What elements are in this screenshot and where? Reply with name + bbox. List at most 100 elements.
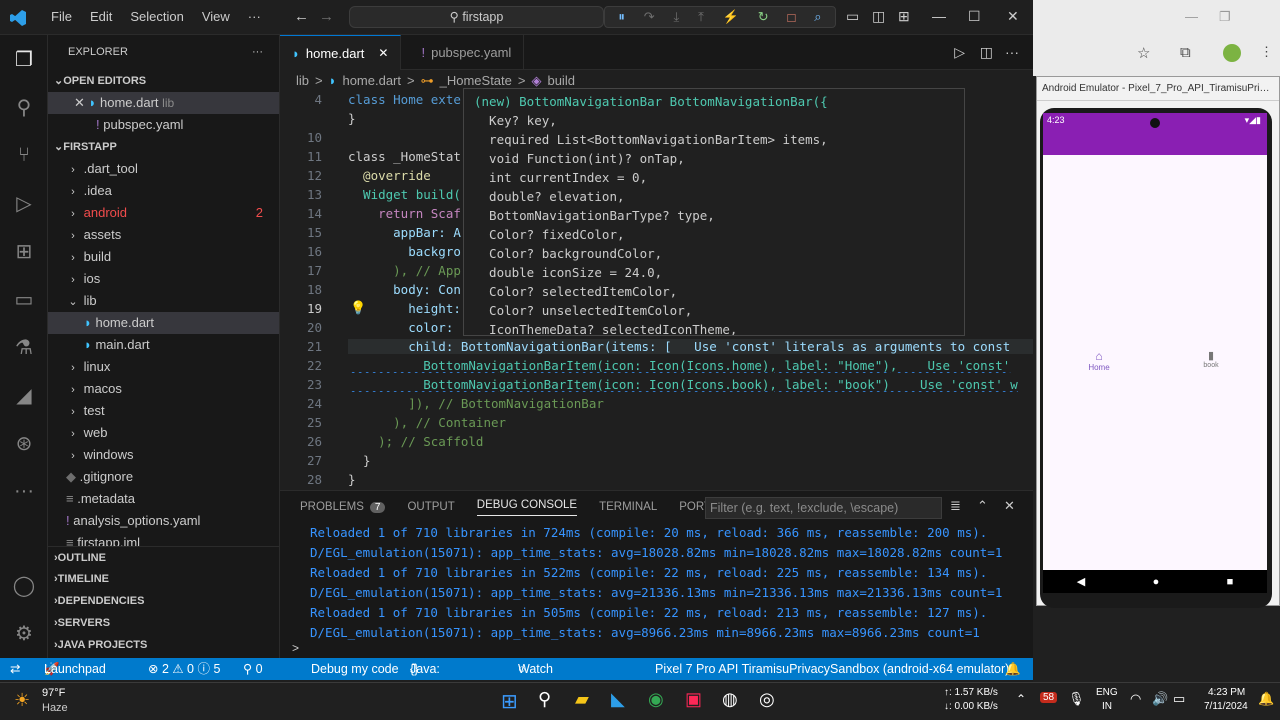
tab-debug-console[interactable]: DEBUG CONSOLE [476, 499, 578, 516]
ports-status[interactable]: ⚲ 0 [243, 658, 263, 680]
outline-section[interactable]: › OUTLINE [48, 546, 279, 568]
extensions-puzzle-icon[interactable]: ⧉ [1180, 44, 1191, 61]
menu-file[interactable]: File [42, 9, 81, 24]
step-out-icon[interactable]: ⤒ [698, 9, 704, 25]
step-over-icon[interactable]: ↷ [644, 9, 655, 25]
console-prompt[interactable]: > [292, 641, 299, 655]
clock-time[interactable]: 4:23 PM [1208, 687, 1245, 698]
tab-close-icon[interactable]: ✕ [378, 36, 388, 71]
split-editor-icon[interactable]: ◫ [980, 44, 993, 61]
git-graph-icon[interactable]: ⊛ [10, 429, 38, 457]
tree-android[interactable]: › android 2 [48, 202, 279, 224]
home-circle-icon[interactable]: ● [1153, 576, 1160, 588]
settings-gear-icon[interactable]: ⚙ [10, 619, 38, 647]
tree-assets[interactable]: › assets [48, 224, 279, 246]
timeline-section[interactable]: › TIMELINE [48, 568, 279, 590]
browser-minimize-icon[interactable]: — [1185, 9, 1198, 24]
dependencies-section[interactable]: › DEPENDENCIES [48, 590, 279, 612]
open-editors-section[interactable]: ⌄ OPEN EDITORS [48, 70, 279, 92]
tab-terminal[interactable]: TERMINAL [599, 501, 657, 513]
problems-status[interactable]: ⊗ 2 ⚠ 0 ⓘ 5 [148, 658, 220, 680]
back-arrow-icon[interactable]: ← [294, 8, 309, 25]
open-editor-home[interactable]: ✕ ◗ home.dart lib [48, 92, 279, 114]
recents-square-icon[interactable]: ■ [1227, 576, 1234, 588]
close-panel-icon[interactable]: ✕ [1004, 498, 1015, 514]
tray-badge[interactable]: 58 [1040, 692, 1058, 703]
maximize-panel-icon[interactable]: ⌃ [977, 498, 988, 514]
tree-gitignore[interactable]: ◆ .gitignore [48, 466, 279, 488]
file-explorer-icon[interactable]: ▰ [575, 689, 589, 710]
browser-restore-icon[interactable]: ❐ [1219, 9, 1231, 25]
vscode-taskbar-icon[interactable]: ◣ [611, 689, 625, 710]
bottom-nav-home[interactable]: ⌂ Home [1083, 349, 1115, 372]
source-control-icon[interactable]: ⑂ [10, 141, 38, 169]
debug-status[interactable]: Debug my code [311, 658, 399, 680]
profile-avatar[interactable] [1223, 44, 1241, 62]
inspect-icon[interactable]: ⌕ [814, 9, 821, 25]
tree-web[interactable]: › web [48, 422, 279, 444]
tree-windows[interactable]: › windows [48, 444, 279, 466]
command-center-search[interactable]: ⚲ firstapp [349, 6, 604, 28]
taskbar-search-icon[interactable]: ⚲ [538, 689, 551, 710]
run-debug-icon[interactable]: ▷ [10, 189, 38, 217]
search-icon[interactable]: ⚲ [10, 93, 38, 121]
breadcrumb-file[interactable]: home.dart [342, 70, 401, 92]
testing-icon[interactable]: ⚗ [10, 333, 38, 361]
tree-test[interactable]: › test [48, 400, 279, 422]
menu-edit[interactable]: Edit [81, 9, 121, 24]
bookmark-star-icon[interactable]: ☆ [1137, 44, 1150, 62]
restart-icon[interactable]: ↻ [758, 9, 769, 25]
explorer-more-icon[interactable]: ··· [252, 35, 263, 70]
layout-icon[interactable]: ⊞ [898, 8, 910, 25]
tree-main-dart[interactable]: ◗ main.dart [48, 334, 279, 356]
tree-linux[interactable]: › linux [48, 356, 279, 378]
stop-icon[interactable]: □ [787, 10, 795, 25]
close-icon[interactable]: ✕ [74, 95, 89, 110]
explorer-icon[interactable]: ❐ [10, 45, 38, 73]
tree-analysis-options[interactable]: ! analysis_options.yaml [48, 510, 279, 532]
clock-date[interactable]: 7/11/2024 [1204, 701, 1248, 712]
tree-macos[interactable]: › macos [48, 378, 279, 400]
project-section[interactable]: ⌄ FIRSTAPP [48, 136, 279, 158]
close-button[interactable]: ✕ [1007, 8, 1019, 25]
breadcrumb-lib[interactable]: lib [296, 70, 309, 92]
minimize-button[interactable]: — [932, 8, 946, 24]
menu-more[interactable]: ··· [239, 9, 270, 24]
hot-reload-icon[interactable]: ⚡ [723, 9, 739, 25]
lightbulb-icon[interactable]: 💡 [350, 301, 366, 316]
tab-home-dart[interactable]: ◗ home.dart ✕ [280, 35, 402, 71]
wifi-icon[interactable]: ◠ [1130, 691, 1141, 707]
tree-metadata[interactable]: ≡ .metadata [48, 488, 279, 510]
flutter-icon[interactable]: ◢ [10, 381, 38, 409]
device-status[interactable]: Pixel 7 Pro API TiramisuPrivacySandbox (… [655, 658, 1009, 680]
tree-ios[interactable]: › ios [48, 268, 279, 290]
battery-icon[interactable]: ▭ [1173, 691, 1185, 707]
back-triangle-icon[interactable]: ◀ [1077, 575, 1085, 588]
more-icon[interactable]: ··· [10, 477, 38, 505]
account-icon[interactable]: ◯ [10, 571, 38, 599]
java-projects-section[interactable]: › JAVA PROJECTS [48, 634, 279, 656]
forward-arrow-icon[interactable]: → [319, 8, 334, 25]
tree-build[interactable]: › build [48, 246, 279, 268]
intellij-icon[interactable]: ▣ [685, 689, 702, 710]
start-windows-icon[interactable]: ⊞ [501, 689, 518, 714]
notifications-bell-icon[interactable]: 🔔 [1005, 658, 1021, 680]
browser-menu-icon[interactable]: ⋮ [1260, 44, 1273, 60]
pause-icon[interactable]: ⏸ [618, 9, 625, 25]
bottom-nav-book[interactable]: ▮ book [1195, 349, 1227, 369]
step-into-icon[interactable]: ⤓ [674, 9, 680, 25]
remote-icon[interactable]: ⇄ [10, 658, 20, 680]
servers-section[interactable]: › SERVERS [48, 612, 279, 634]
menu-view[interactable]: View [193, 9, 239, 24]
weather-icon[interactable]: ☀ [14, 690, 30, 711]
menu-selection[interactable]: Selection [121, 9, 192, 24]
tree-firstapp-iml[interactable]: ≡ firstapp.iml [48, 532, 279, 546]
lang-line1[interactable]: ENG [1096, 687, 1118, 698]
app-icon[interactable]: ◍ [722, 689, 738, 710]
tab-problems[interactable]: PROBLEMS 7 [300, 501, 386, 513]
extensions-icon[interactable]: ⊞ [10, 237, 38, 265]
console-filter-input[interactable]: Filter (e.g. text, !exclude, \escape) [705, 497, 942, 519]
notification-center-icon[interactable]: 🔔 [1258, 691, 1274, 707]
maximize-button[interactable]: ☐ [968, 8, 981, 25]
microphone-icon[interactable]: 🎙 [1068, 691, 1085, 707]
